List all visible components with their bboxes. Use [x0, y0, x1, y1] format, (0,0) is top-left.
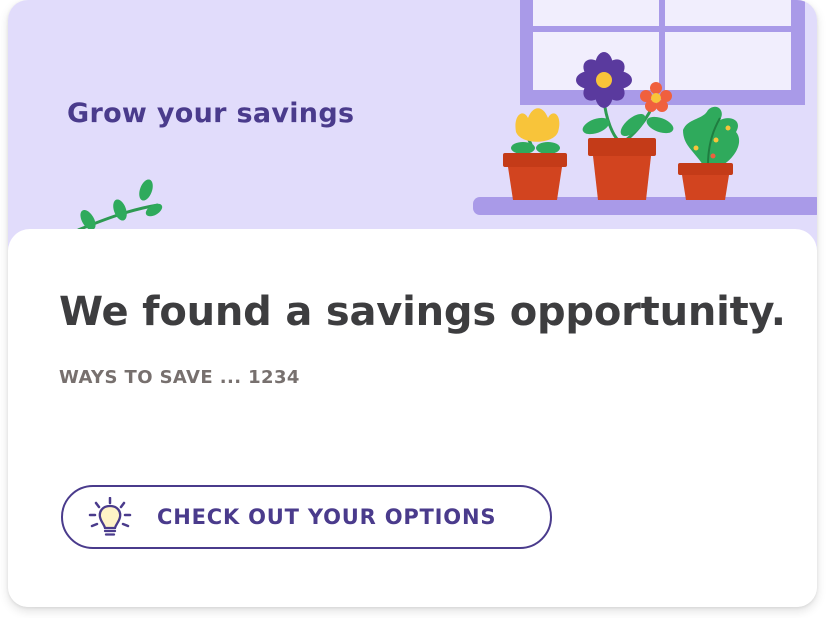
window-divider-horizontal [533, 26, 791, 32]
card-content: We found a savings opportunity. WAYS TO … [8, 229, 817, 607]
banner: Grow your savings [8, 0, 817, 250]
check-out-options-label: CHECK OUT YOUR OPTIONS [157, 505, 497, 529]
lightbulb-icon [88, 497, 132, 536]
check-out-options-button[interactable]: CHECK OUT YOUR OPTIONS [61, 485, 552, 549]
card-subhead: WAYS TO SAVE ... 1234 [59, 367, 300, 388]
vine-decoration [77, 179, 163, 232]
leafy-plant-pot [678, 106, 740, 200]
banner-title: Grow your savings [67, 98, 355, 129]
window-divider-vertical [659, 0, 665, 90]
tulip-pot [503, 108, 567, 200]
savings-card: Grow your savings We found a savings opp… [8, 0, 817, 607]
card-headline: We found a savings opportunity. [59, 289, 786, 335]
